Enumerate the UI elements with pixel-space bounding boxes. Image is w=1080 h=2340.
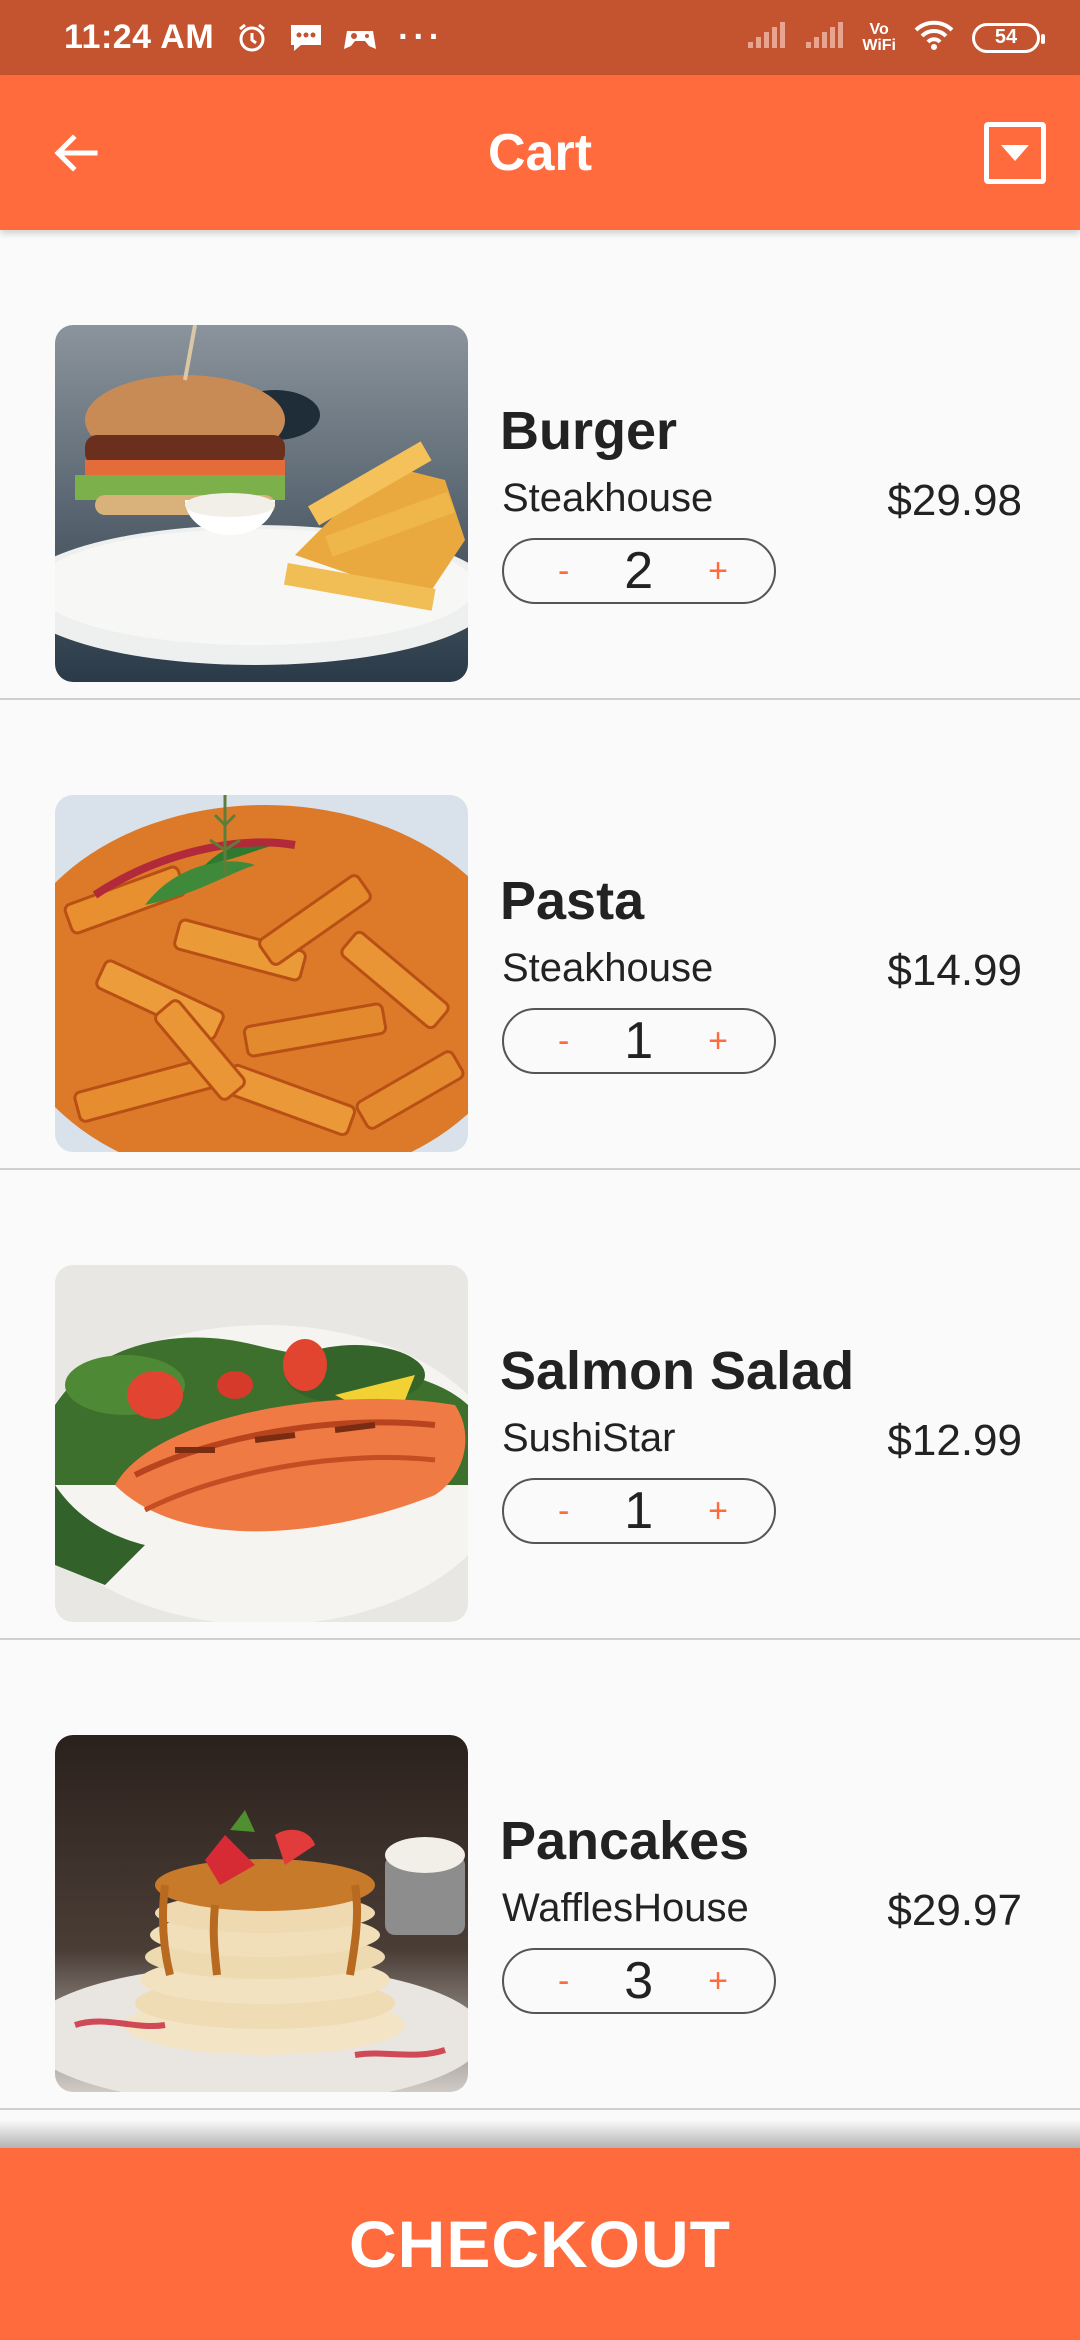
item-price: $29.98 (887, 476, 1022, 525)
quantity-stepper: - 3 + (502, 1948, 776, 2014)
quantity-value: 3 (624, 1952, 654, 2010)
burger-photo (55, 325, 468, 682)
item-restaurant: Steakhouse (502, 946, 714, 990)
salmon-salad-photo (55, 1265, 468, 1622)
status-system-icons: Vo WiFi 54 (746, 19, 1045, 56)
wifi-icon (914, 19, 954, 56)
decrease-quantity-button[interactable]: - (558, 552, 569, 591)
increase-quantity-button[interactable]: + (708, 1022, 728, 1061)
item-name: Burger (500, 401, 678, 461)
more-notifications-indicator: ··· (398, 18, 445, 56)
increase-quantity-button[interactable]: + (708, 1492, 728, 1531)
decrease-quantity-button[interactable]: - (558, 1962, 569, 2001)
app-bar: Cart (0, 75, 1080, 230)
pancakes-photo (55, 1735, 468, 2092)
quantity-stepper: - 1 + (502, 1008, 776, 1074)
pasta-photo (55, 795, 468, 1152)
back-button[interactable] (40, 117, 112, 189)
item-name: Salmon Salad (500, 1341, 855, 1401)
increase-quantity-button[interactable]: + (708, 1962, 728, 2001)
game-controller-icon (342, 21, 378, 55)
checkout-shadow (0, 2120, 1080, 2150)
cart-item[interactable]: Burger Steakhouse $29.98 - 2 + (0, 230, 1080, 700)
quantity-value: 1 (624, 1012, 654, 1070)
item-price: $29.97 (887, 1886, 1022, 1935)
dropdown-button[interactable] (984, 122, 1046, 184)
page-title: Cart (487, 123, 593, 182)
message-icon (288, 21, 324, 55)
battery-level: 54 (994, 26, 1018, 48)
item-restaurant: WafflesHouse (502, 1886, 749, 1930)
status-notification-icons (234, 21, 378, 55)
item-name: Pancakes (500, 1811, 750, 1871)
item-restaurant: Steakhouse (502, 476, 714, 520)
caret-down-icon (1001, 145, 1029, 161)
decrease-quantity-button[interactable]: - (558, 1492, 569, 1531)
increase-quantity-button[interactable]: + (708, 552, 728, 591)
quantity-value: 2 (624, 542, 654, 600)
checkout-button[interactable]: CHECKOUT (0, 2148, 1080, 2340)
decrease-quantity-button[interactable]: - (558, 1022, 569, 1061)
status-bar: 11:24 AM ··· Vo WiFi 54 (0, 0, 1080, 75)
arrow-left-icon (54, 134, 98, 172)
signal-icon (746, 20, 786, 55)
quantity-value: 1 (624, 1482, 654, 1540)
alarm-icon (234, 21, 270, 55)
item-price: $14.99 (887, 946, 1022, 995)
quantity-stepper: - 2 + (502, 538, 776, 604)
cart-item[interactable]: Pancakes WafflesHouse $29.97 - 3 + (0, 1640, 1080, 2110)
checkout-label: CHECKOUT (349, 2207, 731, 2281)
item-price: $12.99 (887, 1416, 1022, 1465)
vowifi-indicator: Vo WiFi (862, 20, 896, 54)
item-name: Pasta (500, 871, 645, 931)
cart-item[interactable]: Pasta Steakhouse $14.99 - 1 + (0, 700, 1080, 1170)
cart-item[interactable]: Salmon Salad SushiStar $12.99 - 1 + (0, 1170, 1080, 1640)
cart-list: Burger Steakhouse $29.98 - 2 + Pasta Ste… (0, 230, 1080, 2110)
battery-icon: 54 (972, 22, 1045, 53)
signal-icon-2 (804, 20, 844, 55)
item-restaurant: SushiStar (502, 1416, 676, 1460)
quantity-stepper: - 1 + (502, 1478, 776, 1544)
status-time: 11:24 AM (64, 18, 215, 56)
